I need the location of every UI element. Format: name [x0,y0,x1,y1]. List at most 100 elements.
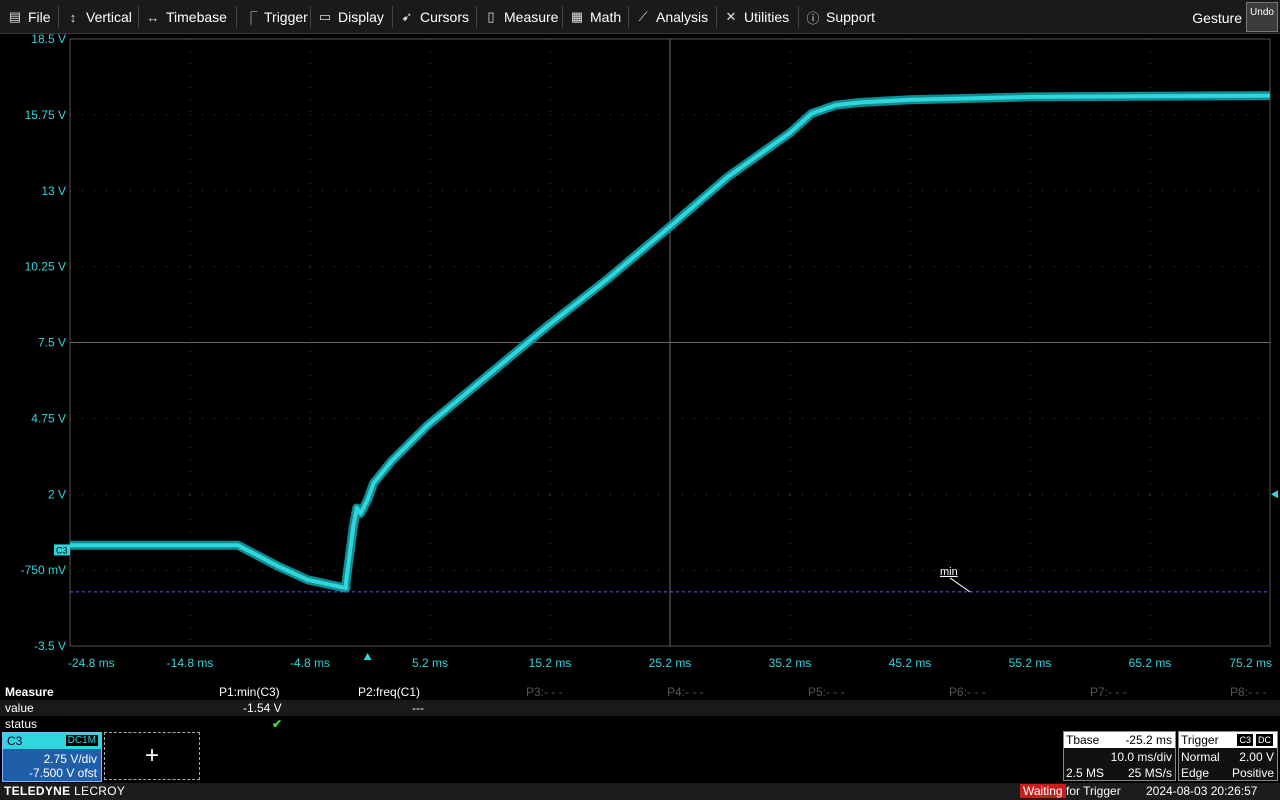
descriptor-area: C3 DC1M 2.75 V/div -7.500 V ofst + Tbase… [0,730,1280,782]
menu-analysis[interactable]: ⟋ Analysis [636,0,708,34]
measure-p5-name[interactable]: P5:- - - [808,685,845,699]
c3-channel-descriptor[interactable]: C3 DC1M 2.75 V/div -7.500 V ofst [2,732,102,782]
menu-separator [798,6,799,28]
display-icon: ▭ [318,9,332,24]
y-axis-labels: 18.5 V 15.75 V 13 V 10.25 V 7.5 V 4.75 V 2 V -7… [21,34,66,653]
status-datetime: 2024-08-03 20:26:57 [1146,784,1258,798]
menu-utilities-label: Utilities [744,9,790,25]
timebase-header: Tbase -25.2 ms [1064,732,1175,748]
min-marker-leader [949,577,971,593]
timebase-descriptor[interactable]: Tbase -25.2 ms 10.0 ms/div 2.5 MS 25 MS/… [1063,731,1176,781]
c3-ground-marker[interactable]: C3 [54,544,70,556]
c3-offset: -7.500 V ofst [28,766,97,780]
gesture-label[interactable]: Gesture [1192,10,1242,26]
trigger-header: Trigger C3 DC [1179,732,1277,748]
measure-status-label: status [5,717,38,731]
menu-measure[interactable]: ▯ Measure [484,0,558,34]
menu-vertical-label: Vertical [86,9,132,25]
menu-math[interactable]: ▦ Math [570,0,621,34]
brand-bold: TELEDYNE [4,784,71,798]
trigger-source-badge: C3 [1236,733,1254,747]
menu-timebase[interactable]: ↔ Timebase [146,0,227,34]
add-channel-button[interactable]: + [104,732,200,780]
file-icon: ▤ [8,9,22,24]
measure-p3-name[interactable]: P3:- - - [526,685,563,699]
status-bar: TELEDYNE LECROY Waiting for Trigger 2024… [0,783,1280,800]
trigger-slope: Positive [1231,766,1274,780]
measure-panel: Measure P1:min(C3) P2:freq(C1) P3:- - - … [0,684,1280,732]
menu-separator [392,6,393,28]
horizontal-arrows-icon: ↔ [146,9,160,25]
menu-separator [58,6,59,28]
menu-vertical[interactable]: ↕ Vertical [66,0,132,34]
menu-file[interactable]: ▤ File [8,0,51,34]
menu-support-label: Support [826,9,876,25]
waveform-grid[interactable]: 18.5 V 15.75 V 13 V 10.25 V 7.5 V 4.75 V 2 V -7… [0,34,1280,684]
wrench-icon: ✕ [725,9,737,24]
menu-display-label: Display [338,9,384,25]
trigger-coupling-badge: DC [1255,733,1274,747]
measure-p1-value: -1.54 V [243,701,282,715]
info-icon: ⓘ [806,10,820,26]
menu-separator [236,6,237,28]
y-tick-label: 15.75 V [25,108,66,122]
measure-p2-value: --- [412,701,424,715]
c3-vdiv: 2.75 V/div [43,752,97,766]
timebase-rate: 25 MS/s [1127,766,1172,780]
min-marker-label: min [940,566,958,578]
trigger-title: Trigger [1181,733,1219,747]
measure-icon: ▯ [487,9,495,24]
timebase-samples: 2.5 MS [1066,766,1105,780]
x-tick-label: 5.2 ms [412,656,448,670]
measure-value-label: value [5,701,34,715]
y-tick-label: 4.75 V [31,411,66,425]
y-tick-label: 18.5 V [31,34,66,46]
menu-utilities[interactable]: ✕ Utilities [724,0,790,34]
x-tick-label: 25.2 ms [649,656,692,670]
y-tick-label: 13 V [41,184,66,198]
menu-trigger-label: Trigger [264,9,308,25]
calculator-icon: ▦ [570,9,584,24]
vertical-arrows-icon: ↕ [69,9,77,25]
menu-display[interactable]: ▭ Display [318,0,384,34]
x-tick-label: -14.8 ms [167,656,214,670]
menu-trigger[interactable]: ⎾ Trigger [244,0,308,34]
menu-file-label: File [28,9,51,25]
measure-p6-name[interactable]: P6:- - - [949,685,986,699]
x-tick-label: -4.8 ms [290,656,330,670]
measure-p1-name[interactable]: P1:min(C3) [219,685,280,699]
x-tick-label: 35.2 ms [769,656,812,670]
brand-logo: TELEDYNE LECROY [4,784,125,798]
menu-separator [628,6,629,28]
menu-separator [138,6,139,28]
menu-cursors[interactable]: ➹ Cursors [400,0,469,34]
x-tick-label: 75.2 ms [1229,656,1272,670]
measure-p4-name[interactable]: P4:- - - [667,685,704,699]
menu-separator [310,6,311,28]
trigger-level-marker[interactable] [1271,490,1278,499]
menu-support[interactable]: ⓘ Support [806,0,875,34]
menu-separator [562,6,563,28]
x-tick-label: 55.2 ms [1009,656,1052,670]
timebase-delay: -25.2 ms [1125,733,1172,747]
trigger-icon: ⎾ [244,10,258,26]
trigger-descriptor[interactable]: Trigger C3 DC Normal 2.00 V Edge Positiv… [1178,731,1278,781]
timebase-tdiv: 10.0 ms/div [1110,750,1172,764]
brand-light: LECROY [74,784,126,798]
measure-p1-status-check-icon: ✔ [272,717,283,731]
x-tick-label: -24.8 ms [68,656,115,670]
measure-p8-name[interactable]: P8:- - - [1230,685,1267,699]
trigger-mode: Normal [1181,750,1220,764]
c3-descriptor-name: C3 [7,734,23,748]
y-tick-label: 2 V [48,487,66,501]
undo-button[interactable]: Undo [1246,2,1278,32]
measure-p2-name[interactable]: P2:freq(C1) [358,685,420,699]
trigger-position-marker[interactable] [363,653,372,660]
menu-cursors-label: Cursors [420,9,470,25]
c3-coupling-badge: DC1M [64,734,99,747]
measure-title: Measure [5,685,54,699]
c3-marker-label: C3 [56,545,68,555]
y-tick-label: -3.5 V [34,639,66,653]
measure-p7-name[interactable]: P7:- - - [1090,685,1127,699]
cursor-icon: ➹ [401,9,413,24]
